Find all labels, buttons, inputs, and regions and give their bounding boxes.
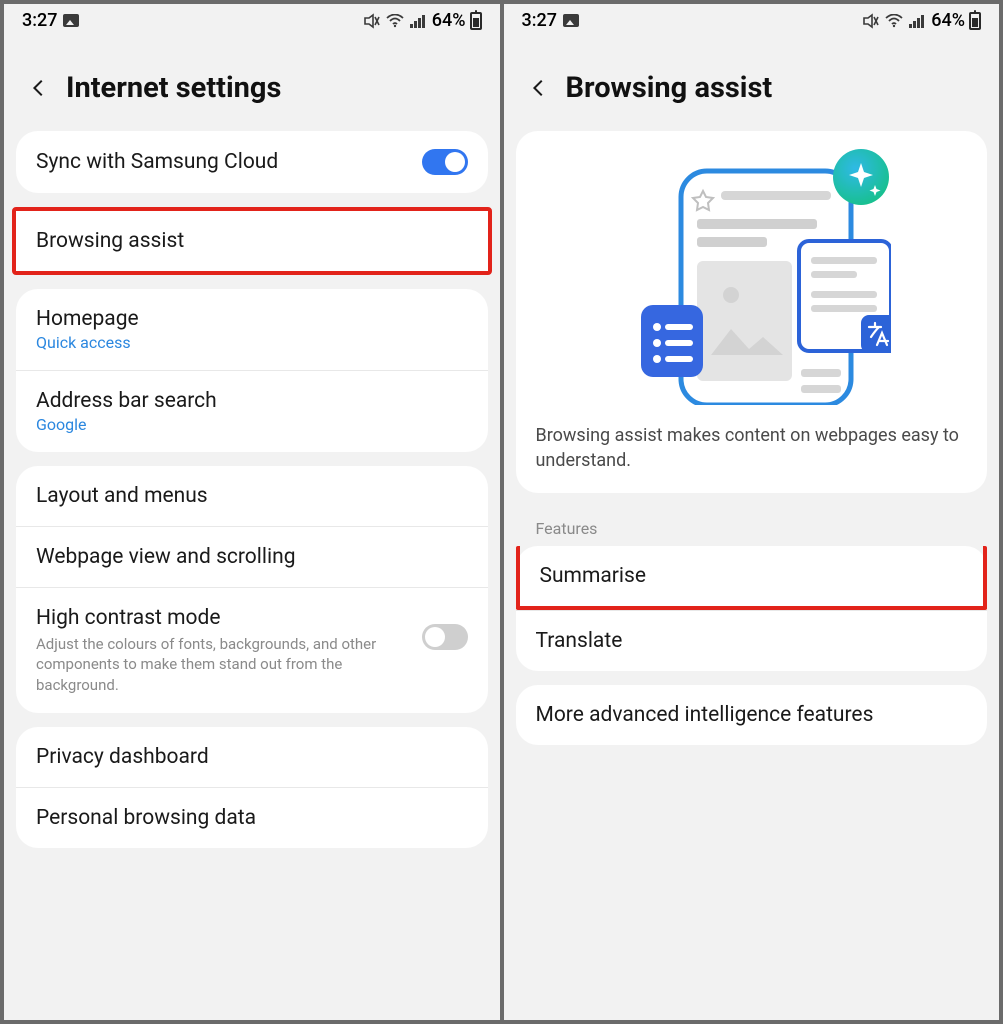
- page-header: Browsing assist: [504, 35, 1000, 131]
- privacy-dashboard-row[interactable]: Privacy dashboard: [16, 727, 488, 787]
- settings-group-4: Privacy dashboard Personal browsing data: [16, 727, 488, 848]
- browsing-assist-row-highlight: Browsing assist: [12, 207, 492, 275]
- settings-group-1: Sync with Samsung Cloud: [16, 131, 488, 193]
- layout-menus-label: Layout and menus: [36, 484, 208, 508]
- address-bar-title: Address bar search: [36, 389, 217, 413]
- battery-icon: [470, 12, 482, 30]
- battery-percentage: 64%: [432, 10, 466, 31]
- homepage-title: Homepage: [36, 307, 139, 331]
- status-bar: 3:27 64%: [4, 4, 500, 35]
- browsing-assist-label: Browsing assist: [36, 229, 184, 253]
- features-section-label: Features: [504, 507, 1000, 546]
- sync-samsung-cloud-row[interactable]: Sync with Samsung Cloud: [16, 131, 488, 193]
- personal-browsing-label: Personal browsing data: [36, 806, 256, 830]
- high-contrast-toggle[interactable]: [422, 624, 468, 650]
- settings-group-3: Layout and menus Webpage view and scroll…: [16, 466, 488, 713]
- high-contrast-row[interactable]: High contrast mode Adjust the colours of…: [16, 587, 488, 713]
- more-features-group: More advanced intelligence features: [516, 685, 988, 745]
- personal-browsing-row[interactable]: Personal browsing data: [16, 787, 488, 848]
- mute-icon: [862, 13, 880, 29]
- browsing-assist-description: Browsing assist makes content on webpage…: [536, 423, 968, 473]
- image-icon: [63, 14, 79, 27]
- page-title: Internet settings: [66, 71, 281, 105]
- translate-row[interactable]: Translate: [516, 610, 988, 671]
- address-bar-sub: Google: [36, 415, 87, 434]
- homepage-sub: Quick access: [36, 333, 131, 352]
- signal-icon: [409, 14, 427, 28]
- page-title: Browsing assist: [566, 71, 773, 105]
- status-time: 3:27: [522, 10, 557, 31]
- high-contrast-title: High contrast mode: [36, 606, 386, 630]
- browsing-assist-info-card: Browsing assist makes content on webpage…: [516, 131, 988, 493]
- image-icon: [563, 14, 579, 27]
- status-bar: 3:27 64%: [504, 4, 1000, 35]
- battery-percentage: 64%: [931, 10, 965, 31]
- mute-icon: [363, 13, 381, 29]
- address-bar-row[interactable]: Address bar search Google: [16, 370, 488, 452]
- homepage-row[interactable]: Homepage Quick access: [16, 289, 488, 370]
- right-screenshot: 3:27 64% Browsing assist: [504, 4, 1000, 1020]
- translate-label: Translate: [536, 629, 623, 653]
- signal-icon: [908, 14, 926, 28]
- summarise-label: Summarise: [540, 564, 647, 588]
- back-icon[interactable]: [528, 77, 550, 99]
- browsing-assist-row[interactable]: Browsing assist: [16, 211, 488, 271]
- privacy-dashboard-label: Privacy dashboard: [36, 745, 209, 769]
- features-group: Summarise Translate: [516, 546, 988, 671]
- sync-label: Sync with Samsung Cloud: [36, 150, 278, 174]
- settings-group-2: Homepage Quick access Address bar search…: [16, 289, 488, 452]
- wifi-icon: [386, 14, 404, 28]
- webpage-view-row[interactable]: Webpage view and scrolling: [16, 526, 488, 587]
- browsing-assist-illustration: [611, 145, 891, 405]
- more-advanced-row[interactable]: More advanced intelligence features: [516, 685, 988, 745]
- wifi-icon: [885, 14, 903, 28]
- high-contrast-desc: Adjust the colours of fonts, backgrounds…: [36, 634, 386, 695]
- webpage-view-label: Webpage view and scrolling: [36, 545, 296, 569]
- battery-icon: [969, 12, 981, 30]
- layout-menus-row[interactable]: Layout and menus: [16, 466, 488, 526]
- status-time: 3:27: [22, 10, 57, 31]
- more-advanced-label: More advanced intelligence features: [536, 703, 874, 727]
- summarise-row[interactable]: Summarise: [516, 546, 988, 610]
- page-header: Internet settings: [4, 35, 500, 131]
- left-screenshot: 3:27 64% Internet settings Sync with Sam…: [4, 4, 500, 1020]
- back-icon[interactable]: [28, 77, 50, 99]
- sync-toggle[interactable]: [422, 149, 468, 175]
